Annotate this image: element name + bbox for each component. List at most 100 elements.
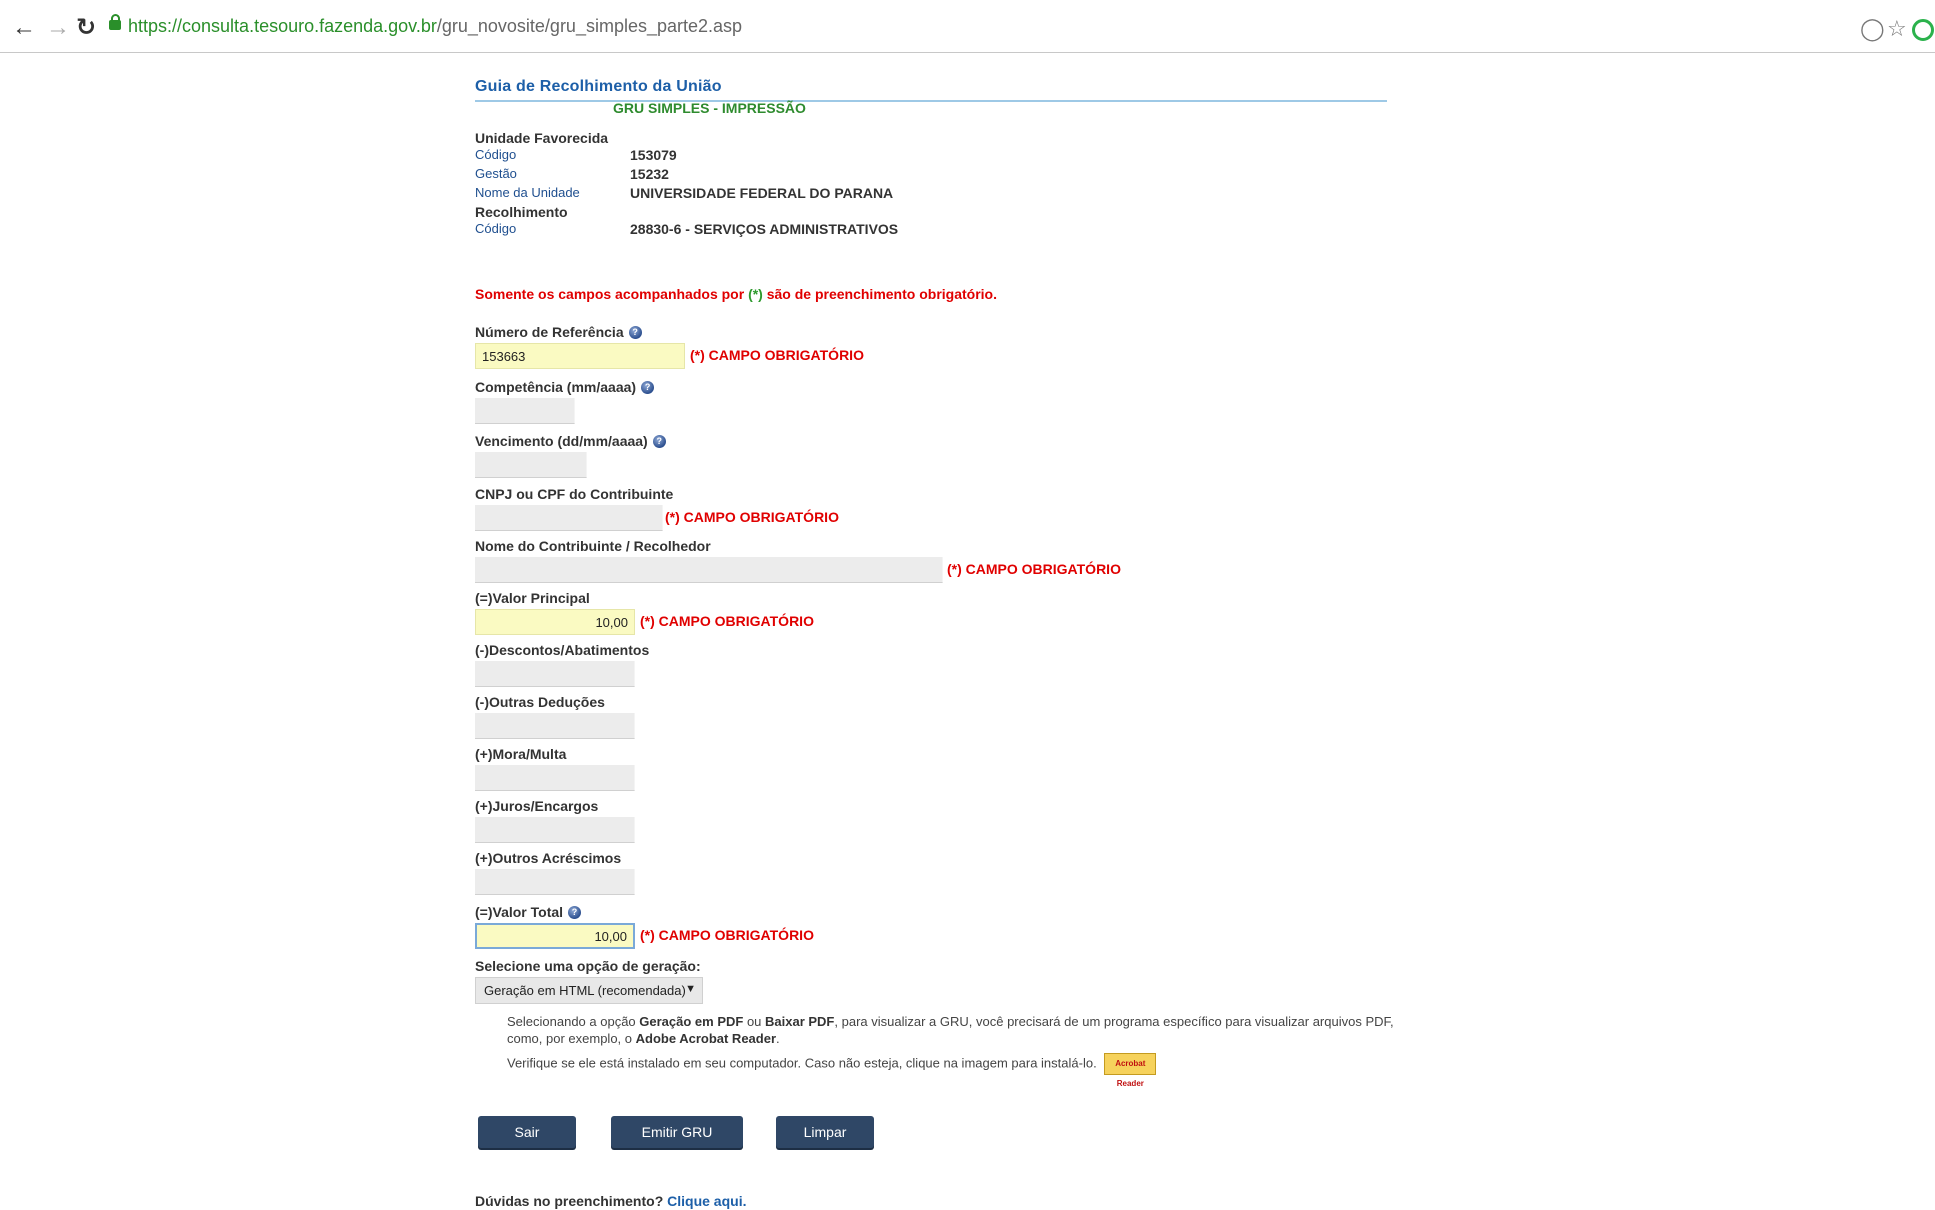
unidade-gestao-label: Gestão: [475, 166, 517, 181]
geracao-selected: Geração em HTML (recomendada): [484, 983, 686, 998]
field-descontos: (-)Descontos/Abatimentos: [475, 642, 649, 689]
clique-aqui-link[interactable]: Clique aqui.: [667, 1193, 746, 1209]
nome-input[interactable]: [475, 557, 943, 583]
cnpj-input[interactable]: [475, 505, 663, 531]
forward-arrow-icon[interactable]: →: [46, 15, 70, 41]
vencimento-label: Vencimento (dd/mm/aaaa): [475, 433, 648, 449]
url-host: https://consulta.tesouro.fazenda.gov.br: [128, 16, 437, 36]
unidade-codigo-value: 153079: [630, 147, 677, 163]
juros-input[interactable]: [475, 817, 635, 843]
back-arrow-icon[interactable]: ←: [12, 15, 36, 41]
field-competencia: Competência (mm/aaaa)?: [475, 379, 655, 426]
unidade-gestao-value: 15232: [630, 166, 669, 182]
hint-bold-pdf: Geração em PDF: [639, 1014, 744, 1029]
unidade-nome-label: Nome da Unidade: [475, 185, 580, 200]
recolhimento-codigo-row: Código 28830-6 - SERVIÇOS ADMINISTRATIVO…: [475, 221, 898, 240]
address-bar[interactable]: https://consulta.tesouro.fazenda.gov.br/…: [128, 16, 742, 37]
limpar-button[interactable]: Limpar: [776, 1116, 874, 1148]
nome-label: Nome do Contribuinte / Recolhedor: [475, 538, 711, 554]
nome-required: (*) CAMPO OBRIGATÓRIO: [947, 561, 1121, 577]
field-geracao: Selecione uma opção de geração: Geração …: [475, 958, 703, 1007]
reload-icon[interactable]: ↻: [76, 15, 96, 41]
star-icon[interactable]: ☆: [1887, 16, 1907, 42]
deducoes-label: (-)Outras Deduções: [475, 694, 605, 710]
cnpj-required: (*) CAMPO OBRIGATÓRIO: [665, 509, 839, 525]
hint-install-text: Verifique se ele está instalado em seu c…: [507, 1055, 1097, 1071]
acrescimos-input[interactable]: [475, 869, 635, 895]
info-block: Unidade Favorecida Código 153079 Gestão …: [475, 130, 898, 240]
unidade-gestao-row: Gestão 15232: [475, 166, 669, 185]
gru-form: Guia de Recolhimento da União GRU SIMPLE…: [475, 78, 1395, 1088]
acrobat-reader-logo[interactable]: Acrobat Reader: [1104, 1053, 1157, 1088]
deducoes-input[interactable]: [475, 713, 635, 739]
juros-label: (+)Juros/Encargos: [475, 798, 599, 814]
competencia-input[interactable]: [475, 398, 575, 424]
page-subtitle: GRU SIMPLES - IMPRESSÃO: [613, 100, 806, 116]
geracao-label: Selecione uma opção de geração:: [475, 958, 701, 974]
valor-principal-input[interactable]: [475, 609, 635, 635]
unidade-nome-row: Nome da Unidade UNIVERSIDADE FEDERAL DO …: [475, 185, 893, 204]
field-vencimento: Vencimento (dd/mm/aaaa)?: [475, 433, 666, 480]
referencia-label: Número de Referência: [475, 324, 624, 340]
valor-total-input[interactable]: [475, 923, 635, 949]
mora-label: (+)Mora/Multa: [475, 746, 567, 762]
help-icon[interactable]: ?: [652, 434, 666, 448]
field-deducoes: (-)Outras Deduções: [475, 694, 635, 741]
mora-input[interactable]: [475, 765, 635, 791]
notice-mark: (*): [748, 286, 763, 302]
hint-text: ou: [743, 1014, 766, 1029]
footer-help: Dúvidas no preenchimento? Clique aqui.: [475, 1193, 746, 1209]
hint-bold-acrobat: Adobe Acrobat Reader: [635, 1031, 777, 1046]
referencia-input[interactable]: [475, 343, 685, 369]
recolhimento-codigo-label: Código: [475, 221, 517, 236]
vencimento-input[interactable]: [475, 452, 587, 478]
acrobat-logo-text: Acrobat Reader: [1115, 1059, 1146, 1088]
notice-before: Somente os campos acompanhados por: [475, 286, 749, 302]
extension-icon[interactable]: [1912, 19, 1934, 41]
field-referencia: Número de Referência? (*) CAMPO OBRIGATÓ…: [475, 324, 864, 371]
field-nome: Nome do Contribuinte / Recolhedor (*) CA…: [475, 538, 1121, 585]
hint-bold-baixar: Baixar PDF: [765, 1014, 835, 1029]
hint-text: .: [776, 1031, 780, 1046]
title-row: Guia de Recolhimento da União: [475, 78, 1387, 102]
url-path: /gru_novosite/gru_simples_parte2.asp: [436, 16, 743, 36]
lock-icon: [109, 14, 121, 30]
referencia-required: (*) CAMPO OBRIGATÓRIO: [690, 347, 864, 363]
descontos-label: (-)Descontos/Abatimentos: [475, 642, 650, 658]
field-mora: (+)Mora/Multa: [475, 746, 635, 793]
page-title: Guia de Recolhimento da União: [475, 78, 722, 95]
chevron-down-icon: ▼: [685, 983, 696, 995]
descontos-input[interactable]: [475, 661, 635, 687]
required-notice: Somente os campos acompanhados por (*) s…: [475, 286, 997, 302]
field-juros: (+)Juros/Encargos: [475, 798, 635, 845]
hint-paragraph-2: Verifique se ele está instalado em seu c…: [507, 1053, 1397, 1088]
pdf-hint: Selecionando a opção Geração em PDF ou B…: [507, 1013, 1397, 1088]
hint-text: Selecionando a opção: [507, 1014, 640, 1029]
recolhimento-heading: Recolhimento: [475, 204, 568, 220]
cnpj-label: CNPJ ou CPF do Contribuinte: [475, 486, 674, 502]
recolhimento-codigo-value: 28830-6 - SERVIÇOS ADMINISTRATIVOS: [630, 221, 899, 237]
unidade-codigo-label: Código: [475, 147, 517, 162]
unidade-nome-value: UNIVERSIDADE FEDERAL DO PARANA: [630, 185, 894, 201]
hint-paragraph-1: Selecionando a opção Geração em PDF ou B…: [507, 1013, 1397, 1047]
sair-button[interactable]: Sair: [478, 1116, 576, 1148]
valor-principal-required: (*) CAMPO OBRIGATÓRIO: [640, 613, 814, 629]
browser-toolbar: ← → ↻ https://consulta.tesouro.fazenda.g…: [0, 5, 1935, 53]
help-icon[interactable]: ?: [568, 905, 582, 919]
shield-icon[interactable]: ◯: [1860, 16, 1885, 42]
valor-total-label: (=)Valor Total: [475, 904, 564, 920]
unidade-heading: Unidade Favorecida: [475, 130, 609, 146]
field-valor-total: (=)Valor Total? (*) CAMPO OBRIGATÓRIO: [475, 904, 814, 951]
geracao-select[interactable]: Geração em HTML (recomendada) ▼: [475, 977, 703, 1004]
acrescimos-label: (+)Outros Acréscimos: [475, 850, 622, 866]
valor-principal-label: (=)Valor Principal: [475, 590, 590, 606]
notice-after: são de preenchimento obrigatório.: [762, 286, 997, 302]
help-icon[interactable]: ?: [628, 325, 642, 339]
emitir-gru-button[interactable]: Emitir GRU: [611, 1116, 743, 1148]
field-valor-principal: (=)Valor Principal (*) CAMPO OBRIGATÓRIO: [475, 590, 814, 637]
field-cnpj: CNPJ ou CPF do Contribuinte (*) CAMPO OB…: [475, 486, 839, 533]
competencia-label: Competência (mm/aaaa): [475, 379, 637, 395]
help-icon[interactable]: ?: [641, 380, 655, 394]
footer-question: Dúvidas no preenchimento?: [475, 1193, 668, 1209]
unidade-codigo-row: Código 153079: [475, 147, 677, 166]
